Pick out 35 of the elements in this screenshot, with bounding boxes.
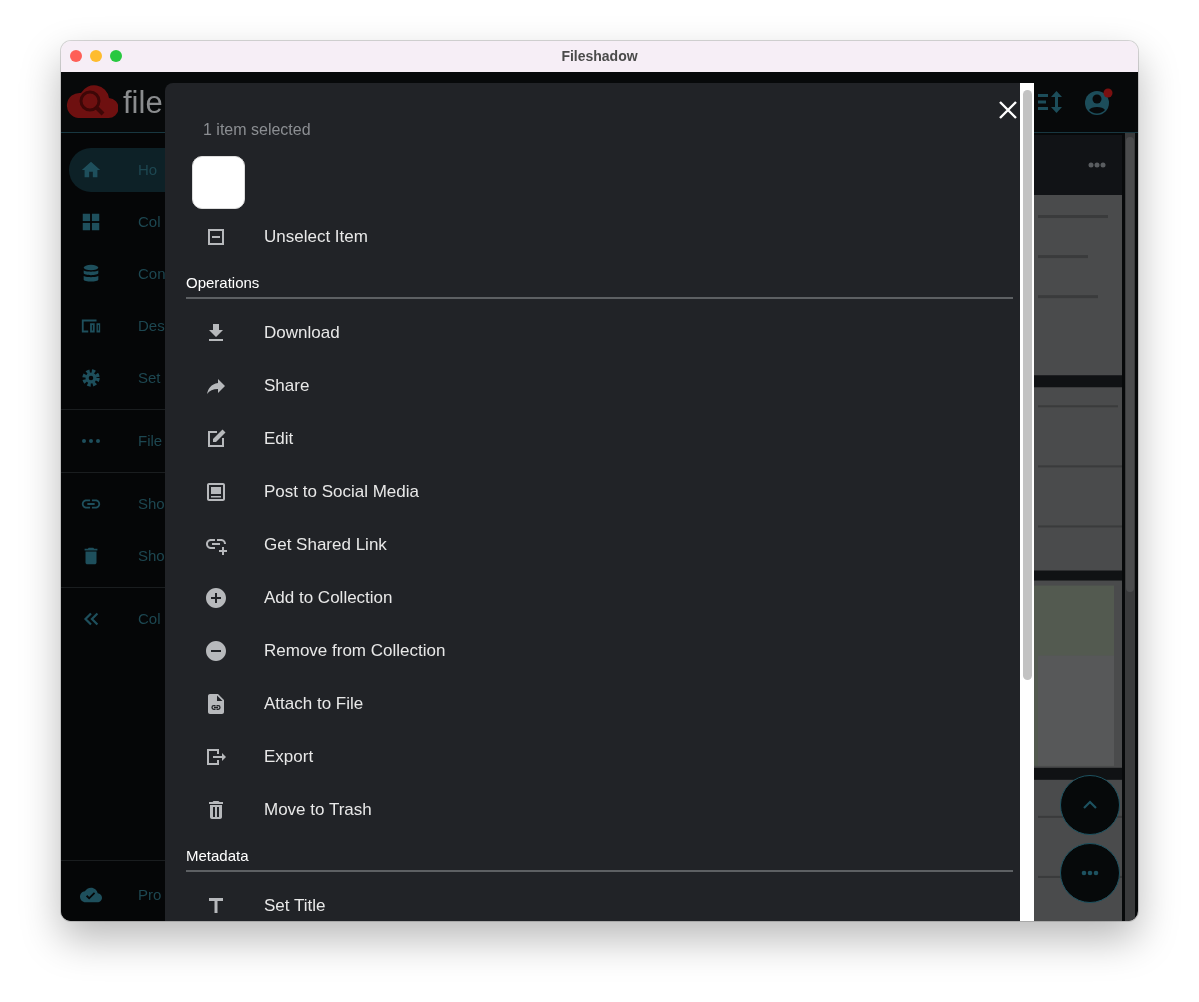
settings-icon xyxy=(80,367,102,389)
menu-item[interactable]: Edit xyxy=(186,412,1013,465)
close-icon xyxy=(997,98,1019,121)
sort-icon[interactable] xyxy=(1038,90,1064,114)
close-window-button[interactable] xyxy=(70,50,82,62)
logo-text: file xyxy=(123,86,163,118)
scrollbar-track[interactable] xyxy=(1020,83,1034,921)
minimize-window-button[interactable] xyxy=(90,50,102,62)
menu-item[interactable]: Remove from Collection xyxy=(186,624,1013,677)
file-thumbnail xyxy=(192,156,245,209)
cloud-logo-icon xyxy=(66,84,118,120)
menu-item[interactable]: Export xyxy=(186,730,1013,783)
menu-item[interactable]: Share xyxy=(186,359,1013,412)
menu-item[interactable]: Attach to File xyxy=(186,677,1013,730)
more-icon xyxy=(1081,870,1099,876)
menu-item[interactable]: Download xyxy=(186,306,1013,359)
scrollbar-thumb[interactable] xyxy=(1126,137,1134,592)
chevron-up-icon xyxy=(1082,800,1098,810)
menu-item[interactable]: Post to Social Media xyxy=(186,465,1013,518)
scrollbar-thumb[interactable] xyxy=(1023,90,1032,680)
avatar-icon[interactable] xyxy=(1084,88,1114,116)
more-icon xyxy=(82,439,100,443)
section-heading: Operations xyxy=(186,273,1013,299)
menu-item[interactable]: Set Title xyxy=(186,879,1013,921)
section-heading: Metadata xyxy=(186,846,1013,872)
more-icon[interactable] xyxy=(1088,162,1106,168)
menu-item[interactable]: Get Shared Link xyxy=(186,518,1013,571)
zoom-window-button[interactable] xyxy=(110,50,122,62)
grid-icon xyxy=(80,211,102,233)
menu-item[interactable]: Add to Collection xyxy=(186,571,1013,624)
menu-item[interactable]: Unselect Item xyxy=(186,210,1013,263)
selection-count: 1 item selected xyxy=(203,120,312,140)
scrollbar-track[interactable] xyxy=(1125,133,1135,921)
window-title: Fileshadow xyxy=(561,47,638,66)
menu-item[interactable]: Move to Trash xyxy=(186,783,1013,836)
